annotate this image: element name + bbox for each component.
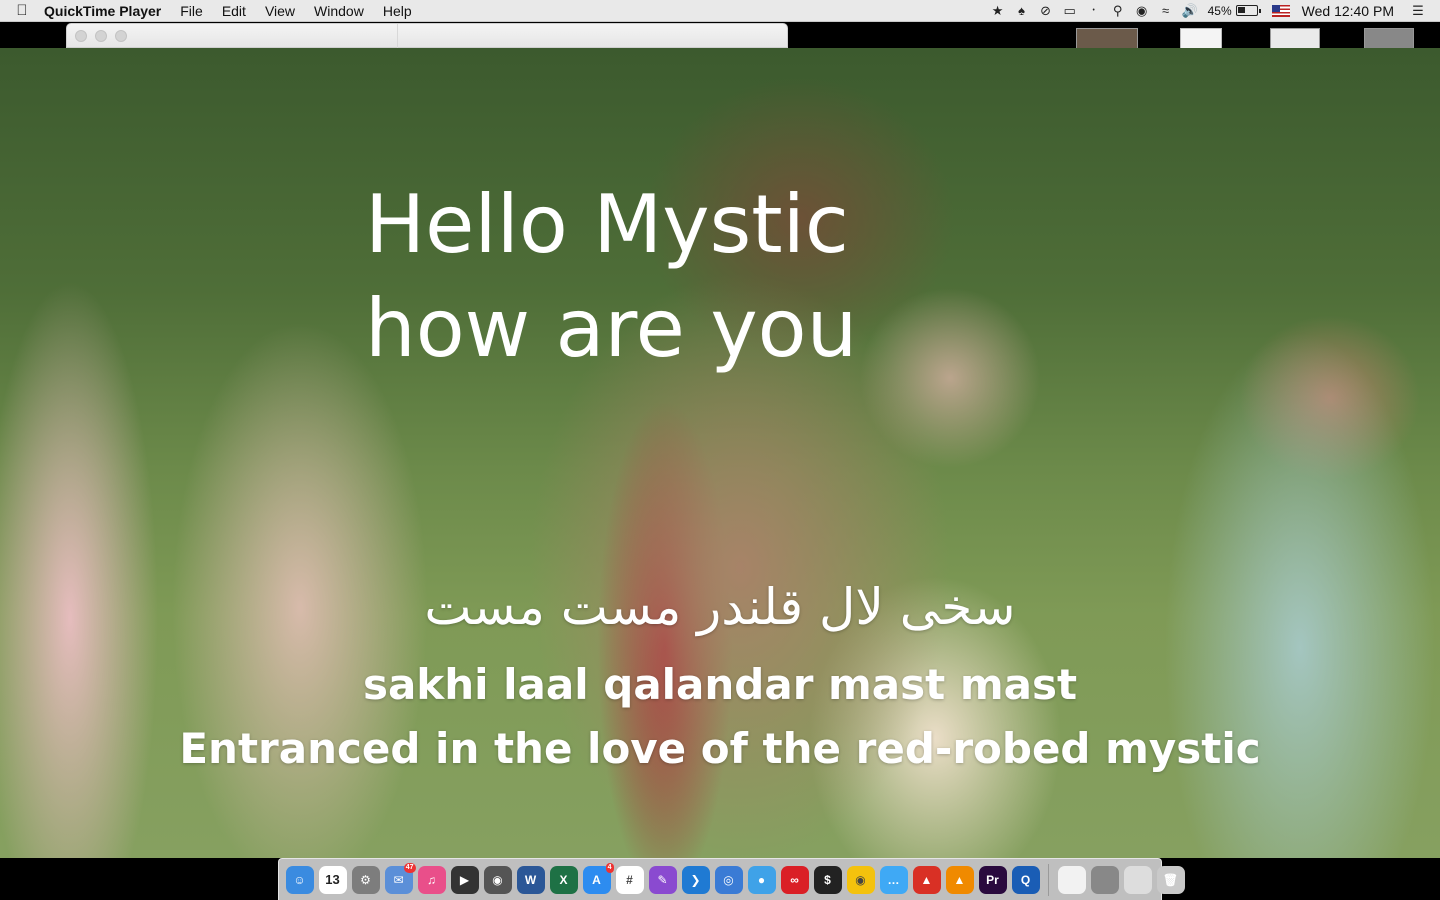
notification-center-icon[interactable]: ☰	[1406, 0, 1430, 22]
greeting-line-1: Hello Mystic	[365, 178, 849, 271]
final-cut-icon[interactable]: ▶	[450, 865, 479, 894]
iphoto-icon[interactable]: ◉	[483, 865, 512, 894]
mail-icon[interactable]: ✉ 47	[384, 862, 416, 894]
vscode-glyph: ❯	[690, 872, 701, 887]
vscode-icon[interactable]: ❯	[681, 865, 710, 894]
player-titlebar[interactable]	[66, 23, 788, 48]
menu-edit[interactable]: Edit	[222, 3, 246, 19]
menu-window[interactable]: Window	[314, 3, 364, 19]
mail-glyph: ✉	[393, 872, 404, 887]
clock[interactable]: Wed 12:40 PM	[1302, 3, 1394, 19]
chrome-icon[interactable]: ◉	[846, 865, 875, 894]
pen-glyph: ✎	[657, 872, 668, 887]
squirrel-icon[interactable]: ♠	[1010, 0, 1034, 22]
dock: ☺ 13 ⚙ ✉ 47 ♫ ▶ ◉ W X A 4 # ✎ ❯ ◎ ● ∞ $ ◉ … ▲ ▲ Pr Q 🗑	[278, 858, 1185, 900]
word-glyph: W	[524, 872, 537, 887]
bird-icon[interactable]: ●	[747, 865, 776, 894]
acrobat-icon[interactable]: ▲	[912, 865, 941, 894]
trash-glyph: 🗑	[1162, 872, 1179, 887]
status-area: ★ ♠ ⊘ ▭ ᛫ ⚲ ◉ ≈ 🔊 45% Wed 12:40 PM ☰	[986, 0, 1440, 22]
final-cut-glyph: ▶	[459, 872, 470, 887]
iphoto-glyph: ◉	[492, 872, 503, 887]
menu-help[interactable]: Help	[383, 3, 412, 19]
wifi-icon[interactable]: ≈	[1154, 0, 1178, 22]
apple-icon[interactable]: 	[0, 2, 44, 19]
dock-separator	[1048, 863, 1049, 896]
notification-badge: 4	[605, 862, 614, 873]
excel-glyph: X	[559, 872, 568, 887]
chrome-glyph: ◉	[855, 872, 866, 887]
volume-icon[interactable]: 🔊	[1178, 0, 1202, 22]
bluetooth-icon[interactable]: ᛫	[1082, 0, 1106, 22]
calendar-icon[interactable]: 13	[318, 865, 347, 894]
itunes-glyph: ♫	[427, 872, 436, 887]
app-store-glyph: A	[592, 872, 601, 887]
cat-icon[interactable]: ★	[986, 0, 1010, 22]
bird-glyph: ●	[757, 872, 766, 887]
terminal-glyph: $	[824, 872, 831, 887]
subtitle-romanized: sakhi laal qalandar mast mast	[362, 660, 1078, 709]
airplay-icon[interactable]: ▭	[1058, 0, 1082, 22]
input-source-flag-icon[interactable]	[1271, 4, 1290, 17]
video-frame[interactable]: Hello Mystic how are you سخی لال قلندر م…	[0, 48, 1440, 858]
window-thumbnail-icon[interactable]	[1123, 865, 1152, 894]
excel-icon[interactable]: X	[549, 865, 578, 894]
slack-glyph: #	[626, 872, 633, 887]
trash-icon[interactable]: 🗑	[1156, 865, 1185, 894]
minimize-button[interactable]	[95, 29, 107, 42]
greeting-line-2: how are you	[365, 282, 858, 375]
titlebar-divider	[397, 24, 398, 48]
creative-cloud-icon[interactable]: ∞	[780, 865, 809, 894]
zoom-button[interactable]	[115, 29, 127, 42]
battery-percent[interactable]: 45%	[1208, 4, 1232, 18]
premiere-glyph: Pr	[986, 872, 999, 887]
app-menu[interactable]: QuickTime Player	[44, 3, 161, 19]
word-icon[interactable]: W	[516, 865, 545, 894]
menu-view[interactable]: View	[265, 3, 295, 19]
itunes-icon[interactable]: ♫	[417, 865, 446, 894]
messages-icon[interactable]: …	[879, 865, 908, 894]
app-store-icon[interactable]: A4	[582, 862, 614, 894]
search-icon[interactable]: ⚲	[1106, 0, 1130, 22]
finder-icon[interactable]: ☺	[285, 865, 314, 894]
close-button[interactable]	[75, 29, 87, 42]
premiere-icon[interactable]: Pr	[978, 865, 1007, 894]
vlc-glyph: ▲	[953, 872, 966, 887]
creative-cloud-glyph: ∞	[790, 872, 799, 887]
finder-glyph: ☺	[293, 872, 306, 887]
system-preferences-icon[interactable]: ⚙	[351, 865, 380, 894]
menu-file[interactable]: File	[180, 3, 203, 19]
subtitle-urdu: سخی لال قلندر مست مست	[424, 578, 1016, 636]
battery-icon[interactable]	[1235, 5, 1261, 16]
vlc-icon[interactable]: ▲	[945, 865, 974, 894]
quicktime-glyph: Q	[1020, 872, 1031, 887]
network-glyph: ◎	[723, 872, 734, 887]
do-not-disturb-icon[interactable]: ⊘	[1034, 0, 1058, 22]
terminal-icon[interactable]: $	[813, 865, 842, 894]
image-thumbnail-icon[interactable]	[1090, 865, 1119, 894]
slack-icon[interactable]: #	[615, 865, 644, 894]
siri-icon[interactable]: ◉	[1130, 0, 1154, 22]
quicktime-icon[interactable]: Q	[1011, 865, 1040, 894]
network-icon[interactable]: ◎	[714, 865, 743, 894]
calendar-day: 13	[325, 872, 340, 887]
pen-icon[interactable]: ✎	[648, 865, 677, 894]
subtitle-english: Entranced in the love of the red-robed m…	[179, 724, 1261, 773]
notification-badge: 47	[403, 862, 416, 873]
menu-bar:  QuickTime Player File Edit View Window…	[0, 0, 1440, 22]
acrobat-glyph: ▲	[920, 872, 933, 887]
system-preferences-glyph: ⚙	[360, 872, 371, 887]
overlay-greeting: Hello Mystic how are you	[365, 173, 857, 381]
messages-glyph: …	[887, 872, 900, 887]
document-thumbnail-icon[interactable]	[1057, 865, 1086, 894]
